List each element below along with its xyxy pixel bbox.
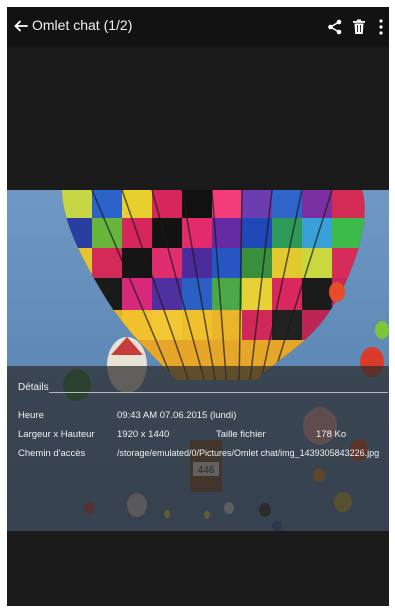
path-label: Chemin d'accès: [18, 448, 86, 459]
dimensions-value: 1920 x 1440: [117, 429, 170, 440]
filesize-value: 178 Ko: [316, 429, 347, 440]
time-value: 09:43 AM 07.06.2015 (lundi): [117, 410, 237, 421]
time-label: Heure: [18, 410, 44, 421]
trash-icon[interactable]: [350, 18, 368, 36]
app-bar: Omlet chat (1/2): [7, 7, 389, 47]
back-arrow-icon[interactable]: [13, 18, 29, 34]
more-vert-icon[interactable]: [377, 18, 385, 36]
page-title: Omlet chat (1/2): [32, 17, 133, 33]
details-divider: [49, 392, 388, 393]
share-icon[interactable]: [326, 18, 344, 36]
path-value: /storage/emulated/0/Pictures/Omlet chat/…: [117, 448, 380, 458]
screen: Omlet chat (1/2) Détails Heure 09:43 AM …: [7, 7, 389, 606]
details-panel: Détails Heure 09:43 AM 07.06.2015 (lundi…: [7, 366, 389, 531]
details-heading: Détails: [18, 382, 49, 393]
filesize-label: Taille fichier: [216, 429, 266, 440]
dimensions-label: Largeur x Hauteur: [18, 429, 95, 440]
